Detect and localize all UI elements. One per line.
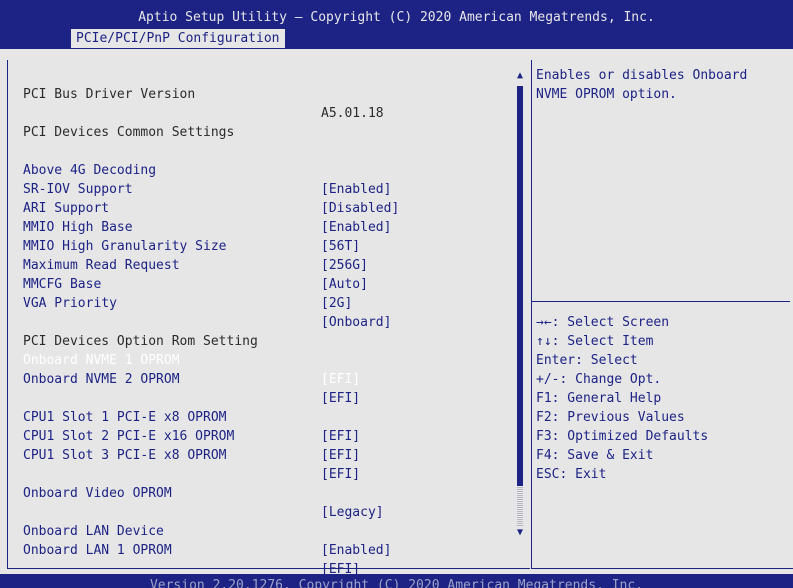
section-heading: PCI Devices Common Settings <box>23 104 234 140</box>
setting-value[interactable]: [EFI] <box>321 389 360 408</box>
scrollbar[interactable] <box>517 86 523 526</box>
setting-label[interactable]: MMIO High Base <box>23 218 133 237</box>
setting-row[interactable]: Onboard NVME 2 OPROM [EFI] <box>23 351 360 406</box>
key-hint: ↑↓: Select Item <box>536 334 654 349</box>
setting-row-selected[interactable]: Onboard NVME 1 OPROM [EFI] <box>23 332 360 387</box>
setting-value[interactable]: [56T] <box>321 237 360 256</box>
setting-label[interactable]: Onboard Video OPROM <box>23 484 172 503</box>
help-text-line: Enables or disables Onboard <box>536 68 748 83</box>
setting-value[interactable]: [Enabled] <box>321 541 391 560</box>
setting-value: A5.01.18 <box>321 106 384 121</box>
setting-row[interactable]: Maximum Read Request [Auto] <box>23 237 368 292</box>
key-hint: F4: Save & Exit <box>536 448 654 463</box>
setting-label[interactable]: MMIO High Granularity Size <box>23 237 227 256</box>
setting-row[interactable]: CPU1 Slot 1 PCI-E x8 OPROM [EFI] <box>23 389 360 444</box>
key-legend: →←: Select Screen ↑↓: Select Item Enter:… <box>536 313 708 484</box>
help-divider <box>532 301 790 302</box>
setting-row[interactable]: MMCFG Base [2G] <box>23 256 352 311</box>
setting-value[interactable]: [Auto] <box>321 275 368 294</box>
scrollbar-thumb[interactable] <box>517 486 523 526</box>
setting-label[interactable]: VGA Priority <box>23 294 117 313</box>
setting-value[interactable]: [Disabled] <box>321 199 399 218</box>
setting-row[interactable]: CPU1 Slot 2 PCI-E x16 OPROM [EFI] <box>23 408 360 463</box>
help-text-line: NVME OPROM option. <box>536 87 677 102</box>
setting-label[interactable]: Onboard NVME 1 OPROM <box>23 351 180 370</box>
key-hint: F2: Previous Values <box>536 410 685 425</box>
setting-value[interactable]: [Onboard] <box>321 313 391 332</box>
app-title: Aptio Setup Utility – Copyright (C) 2020… <box>138 10 655 25</box>
setting-label[interactable]: Onboard LAN Device <box>23 522 164 541</box>
section-heading: PCI Devices Option Rom Setting <box>23 313 258 349</box>
setting-value[interactable]: [EFI] <box>321 370 360 389</box>
setting-row[interactable]: Onboard LAN Device [Enabled] <box>23 503 391 558</box>
setting-row[interactable]: CPU1 Slot 3 PCI-E x8 OPROM [EFI] <box>23 427 360 482</box>
key-hint: ESC: Exit <box>536 467 607 482</box>
setting-value[interactable]: [Legacy] <box>321 503 384 522</box>
section-label: PCI Devices Common Settings <box>23 125 235 140</box>
setting-row[interactable]: VGA Priority [Onboard] <box>23 275 391 330</box>
setting-label[interactable]: Onboard NVME 2 OPROM <box>23 370 180 389</box>
setting-row[interactable]: SR-IOV Support [Disabled] <box>23 161 399 216</box>
setting-label[interactable]: CPU1 Slot 2 PCI-E x16 OPROM <box>23 427 234 446</box>
setting-value[interactable]: [EFI] <box>321 446 360 465</box>
section-label: PCI Devices Option Rom Setting <box>23 334 258 349</box>
setting-label: PCI Bus Driver Version <box>23 87 196 102</box>
setting-value[interactable]: [Enabled] <box>321 180 391 199</box>
key-hint: +/-: Change Opt. <box>536 372 662 387</box>
setting-label[interactable]: Above 4G Decoding <box>23 161 156 180</box>
setting-label[interactable]: Maximum Read Request <box>23 256 180 275</box>
setting-row[interactable]: Above 4G Decoding [Enabled] <box>23 142 391 197</box>
setting-row[interactable]: ARI Support [Enabled] <box>23 180 391 235</box>
tab-pcie-pci-pnp[interactable]: PCIe/PCI/PnP Configuration <box>71 29 285 48</box>
setting-row[interactable]: MMIO High Granularity Size [256G] <box>23 218 368 273</box>
setting-label[interactable]: Onboard LAN 1 OPROM <box>23 541 172 560</box>
setting-value[interactable]: [2G] <box>321 294 352 313</box>
setting-row[interactable]: MMIO High Base [56T] <box>23 199 360 254</box>
scroll-up-icon[interactable]: ▲ <box>515 70 525 82</box>
key-hint: F1: General Help <box>536 391 662 406</box>
setting-row: PCI Bus Driver Version A5.01.18 <box>23 66 384 121</box>
key-hint: →←: Select Screen <box>536 315 670 330</box>
setting-value[interactable]: [EFI] <box>321 465 360 484</box>
setting-row[interactable]: Onboard LAN 1 OPROM [EFI] <box>23 522 360 577</box>
setting-row[interactable]: Onboard Video OPROM [Legacy] <box>23 465 384 520</box>
key-hint: Enter: Select <box>536 353 638 368</box>
setting-label[interactable]: SR-IOV Support <box>23 180 133 199</box>
key-hint: F3: Optimized Defaults <box>536 429 709 444</box>
setting-value[interactable]: [EFI] <box>321 427 360 446</box>
title-bar: Aptio Setup Utility – Copyright (C) 2020… <box>0 0 793 49</box>
setting-value[interactable]: [Enabled] <box>321 218 391 237</box>
version-footer: Version 2.20.1276. Copyright (C) 2020 Am… <box>0 574 793 588</box>
setting-value[interactable]: [256G] <box>321 256 368 275</box>
setting-label[interactable]: CPU1 Slot 1 PCI-E x8 OPROM <box>23 408 227 427</box>
setting-label[interactable]: CPU1 Slot 3 PCI-E x8 OPROM <box>23 446 227 465</box>
scroll-down-icon[interactable]: ▼ <box>515 527 525 539</box>
